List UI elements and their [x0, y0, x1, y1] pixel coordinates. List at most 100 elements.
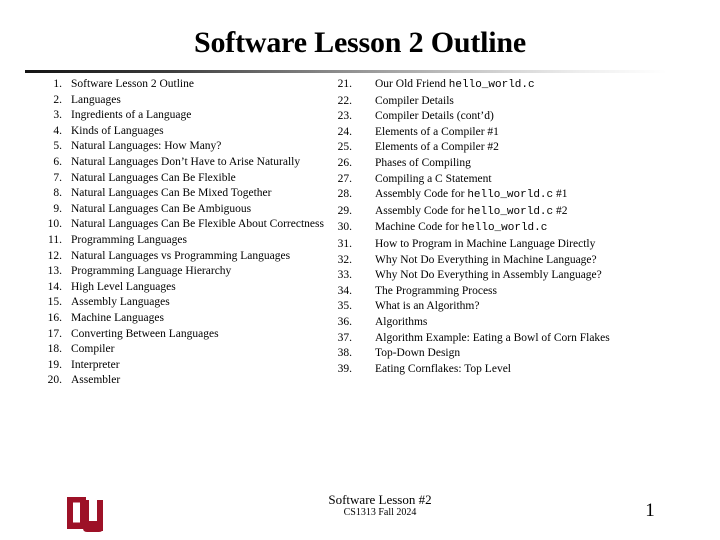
- outline-item-number: 25.: [337, 141, 352, 154]
- outline-item-label: How to Program in Machine Language Direc…: [375, 237, 710, 253]
- outline-item-code: hello_world.c: [467, 189, 554, 202]
- outline-item-text: Compiler Details: [375, 94, 454, 107]
- outline-item: 6. Natural Languages Don’t Have to Arise …: [32, 155, 350, 171]
- outline-item: 30. Machine Code for hello_world.c: [318, 220, 710, 237]
- outline-item: 26. Phases of Compiling: [318, 156, 710, 172]
- outline-item-number: 9.: [53, 202, 62, 215]
- outline-item-text: Machine Code for: [375, 221, 462, 234]
- outline-item-label: Compiler Details: [375, 94, 710, 110]
- outline-item: 12. Natural Languages vs Programming Lang…: [32, 249, 350, 265]
- outline-item-suffix: #2: [553, 204, 568, 217]
- outline-item-text: Elements of a Compiler #1: [375, 125, 499, 138]
- outline-item-number: 12.: [47, 249, 62, 262]
- outline-item-number: 13.: [47, 265, 62, 278]
- outline-item-label: Interpreter: [71, 358, 120, 371]
- outline-item-number: 35.: [337, 300, 352, 313]
- outline-item-label: Compiler Details (cont’d): [375, 109, 710, 125]
- outline-item: 13. Programming Language Hierarchy: [32, 264, 350, 280]
- outline-item-label: Programming Language Hierarchy: [71, 265, 232, 278]
- outline-item-number: 23.: [337, 110, 352, 123]
- slide-canvas: Software Lesson 2 Outline 1. Software Les…: [0, 0, 720, 540]
- outline-item-label: Algorithm Example: Eating a Bowl of Corn…: [375, 331, 710, 347]
- outline-item: 36. Algorithms: [318, 315, 710, 331]
- outline-item-number: 22.: [337, 94, 352, 107]
- outline-item-label: Why Not Do Everything in Machine Languag…: [375, 253, 710, 269]
- outline-item: 18. Compiler: [32, 342, 350, 358]
- outline-item: 20. Assembler: [32, 373, 350, 389]
- outline-item-number: 21.: [337, 78, 352, 90]
- outline-item: 15. Assembly Languages: [32, 295, 350, 311]
- outline-item-label: Assembly Code for hello_world.c #1: [375, 187, 710, 204]
- outline-item-code: hello_world.c: [461, 222, 548, 235]
- outline-item-number: 8.: [53, 187, 62, 200]
- outline-item: 33. Why Not Do Everything in Assembly Lan…: [318, 268, 710, 284]
- outline-item: 27. Compiling a C Statement: [318, 172, 710, 188]
- outline-item-text: Why Not Do Everything in Machine Languag…: [375, 253, 597, 266]
- outline-item-label: The Programming Process: [375, 284, 710, 300]
- outline-item: 7. Natural Languages Can Be Flexible: [32, 171, 350, 187]
- outline-item-number: 36.: [337, 315, 352, 328]
- outline-item-number: 38.: [337, 347, 352, 360]
- outline-item-label: Ingredients of a Language: [71, 109, 192, 122]
- outline-column-right: 21. Our Old Friend hello_world.c 22. Compil…: [318, 77, 710, 377]
- outline-item-number: 2.: [53, 93, 62, 106]
- outline-item-label: Eating Cornflakes: Top Level: [375, 362, 710, 378]
- outline-item-label: Assembler: [71, 374, 121, 387]
- footer-lesson-title: Software Lesson #2: [328, 492, 432, 507]
- outline-item: 1. Software Lesson 2 Outline: [32, 77, 350, 93]
- outline-item-label: Natural Languages vs Programming Languag…: [71, 249, 291, 262]
- outline-item-text: Eating Cornflakes: Top Level: [375, 362, 511, 375]
- outline-item-label: Compiling a C Statement: [375, 172, 710, 188]
- title-divider: [25, 70, 667, 73]
- outline-item-text: What is an Algorithm?: [375, 300, 480, 313]
- outline-item-text: Our Old Friend: [375, 78, 449, 90]
- outline-item: 21. Our Old Friend hello_world.c: [318, 77, 710, 94]
- outline-item: 39. Eating Cornflakes: Top Level: [318, 362, 710, 378]
- outline-item-text: Algorithm Example: Eating a Bowl of Corn…: [375, 331, 610, 344]
- outline-item-number: 6.: [53, 155, 62, 168]
- outline-item-number: 11.: [48, 233, 62, 246]
- outline-item: 31. How to Program in Machine Language Di…: [318, 237, 710, 253]
- outline-item-label: Phases of Compiling: [375, 156, 710, 172]
- outline-item-label: High Level Languages: [71, 280, 176, 293]
- outline-item: 11. Programming Languages: [32, 233, 350, 249]
- outline-item: 16. Machine Languages: [32, 311, 350, 327]
- outline-item-number: 20.: [47, 374, 62, 387]
- outline-item-text: Compiler Details (cont’d): [375, 110, 494, 123]
- outline-item-label: Kinds of Languages: [71, 124, 164, 137]
- outline-item-label: Software Lesson 2 Outline: [71, 78, 194, 90]
- outline-item-label: Elements of a Compiler #2: [375, 140, 710, 156]
- outline-item: 25. Elements of a Compiler #2: [318, 140, 710, 156]
- outline-item-label: Natural Languages Can Be Mixed Together: [71, 187, 272, 200]
- outline-item: 3. Ingredients of a Language: [32, 108, 350, 124]
- outline-item: 2. Languages: [32, 93, 350, 109]
- outline-item-label: Machine Languages: [71, 311, 164, 324]
- outline-item: 34. The Programming Process: [318, 284, 710, 300]
- outline-item-number: 29.: [337, 204, 352, 217]
- outline-item-number: 39.: [337, 362, 352, 375]
- outline-item-label: Converting Between Languages: [71, 327, 219, 340]
- outline-item-number: 7.: [53, 171, 62, 184]
- outline-item-number: 10.: [47, 218, 62, 231]
- outline-item: 24. Elements of a Compiler #1: [318, 125, 710, 141]
- footer-course-term: CS1313 Fall 2024: [343, 507, 417, 519]
- outline-item-label: Natural Languages Can Be Flexible About …: [71, 218, 324, 231]
- outline-item-text: Top-Down Design: [375, 347, 461, 360]
- outline-item-number: 4.: [53, 124, 62, 137]
- outline-item-text: Algorithms: [375, 315, 428, 328]
- outline-item-label: Algorithms: [375, 315, 710, 331]
- outline-item: 37. Algorithm Example: Eating a Bowl of C…: [318, 331, 710, 347]
- outline-item-suffix: #1: [553, 188, 568, 201]
- outline-item-number: 33.: [337, 269, 352, 282]
- outline-column-left: 1. Software Lesson 2 Outline 2. Languages 3.…: [32, 77, 350, 389]
- outline-item-label: Compiler: [71, 343, 115, 356]
- outline-item-text: How to Program in Machine Language Direc…: [375, 237, 596, 250]
- outline-item-label: Natural Languages: How Many?: [71, 140, 222, 153]
- outline-item-number: 17.: [47, 327, 62, 340]
- outline-item: 19. Interpreter: [32, 358, 350, 374]
- outline-item: 32. Why Not Do Everything in Machine Lang…: [318, 253, 710, 269]
- footer-center: Software Lesson #2 CS1313 Fall 2024: [230, 492, 530, 519]
- outline-item-number: 5.: [53, 140, 62, 153]
- outline-item-number: 30.: [337, 221, 352, 234]
- outline-item: 22. Compiler Details: [318, 94, 710, 110]
